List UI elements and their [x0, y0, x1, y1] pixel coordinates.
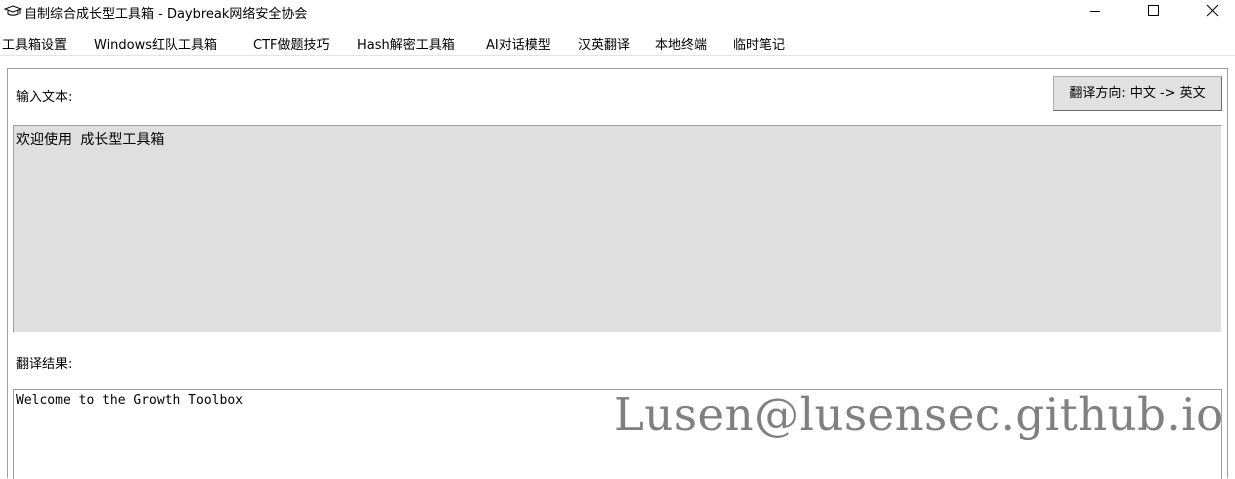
watermark-text: Lusen@lusensec.github.io — [614, 388, 1224, 441]
maximize-icon — [1148, 5, 1159, 16]
menu-ai-chat[interactable]: AI对话模型 — [486, 34, 551, 53]
minimize-button[interactable] — [1066, 0, 1124, 28]
close-button[interactable] — [1182, 0, 1235, 28]
menu-bar: 工具箱设置 Windows红队工具箱 CTF做题技巧 Hash解密工具箱 AI对… — [0, 30, 1235, 54]
menu-temp-notes[interactable]: 临时笔记 — [733, 34, 785, 53]
graduation-cap-icon — [3, 2, 23, 22]
menu-translate[interactable]: 汉英翻译 — [578, 34, 630, 53]
menu-ctf-tips[interactable]: CTF做题技巧 — [253, 34, 330, 53]
translate-direction-button[interactable]: 翻译方向: 中文 -> 英文 — [1053, 76, 1222, 111]
minimize-icon — [1090, 11, 1100, 12]
menu-separator — [0, 55, 1235, 56]
menu-toolbox-settings[interactable]: 工具箱设置 — [2, 34, 67, 53]
menu-local-terminal[interactable]: 本地终端 — [655, 34, 707, 53]
input-label: 输入文本: — [16, 90, 73, 105]
result-label: 翻译结果: — [16, 357, 73, 372]
maximize-button[interactable] — [1124, 0, 1182, 28]
window-title: 自制综合成长型工具箱 - Daybreak网络安全协会 — [24, 7, 308, 22]
title-bar[interactable]: 自制综合成长型工具箱 - Daybreak网络安全协会 — [0, 0, 1235, 28]
input-textarea[interactable]: 欢迎使用 成长型工具箱 — [13, 125, 1222, 333]
menu-hash-decrypt[interactable]: Hash解密工具箱 — [357, 34, 455, 53]
menu-windows-redteam[interactable]: Windows红队工具箱 — [94, 34, 217, 53]
close-icon — [1206, 4, 1219, 17]
